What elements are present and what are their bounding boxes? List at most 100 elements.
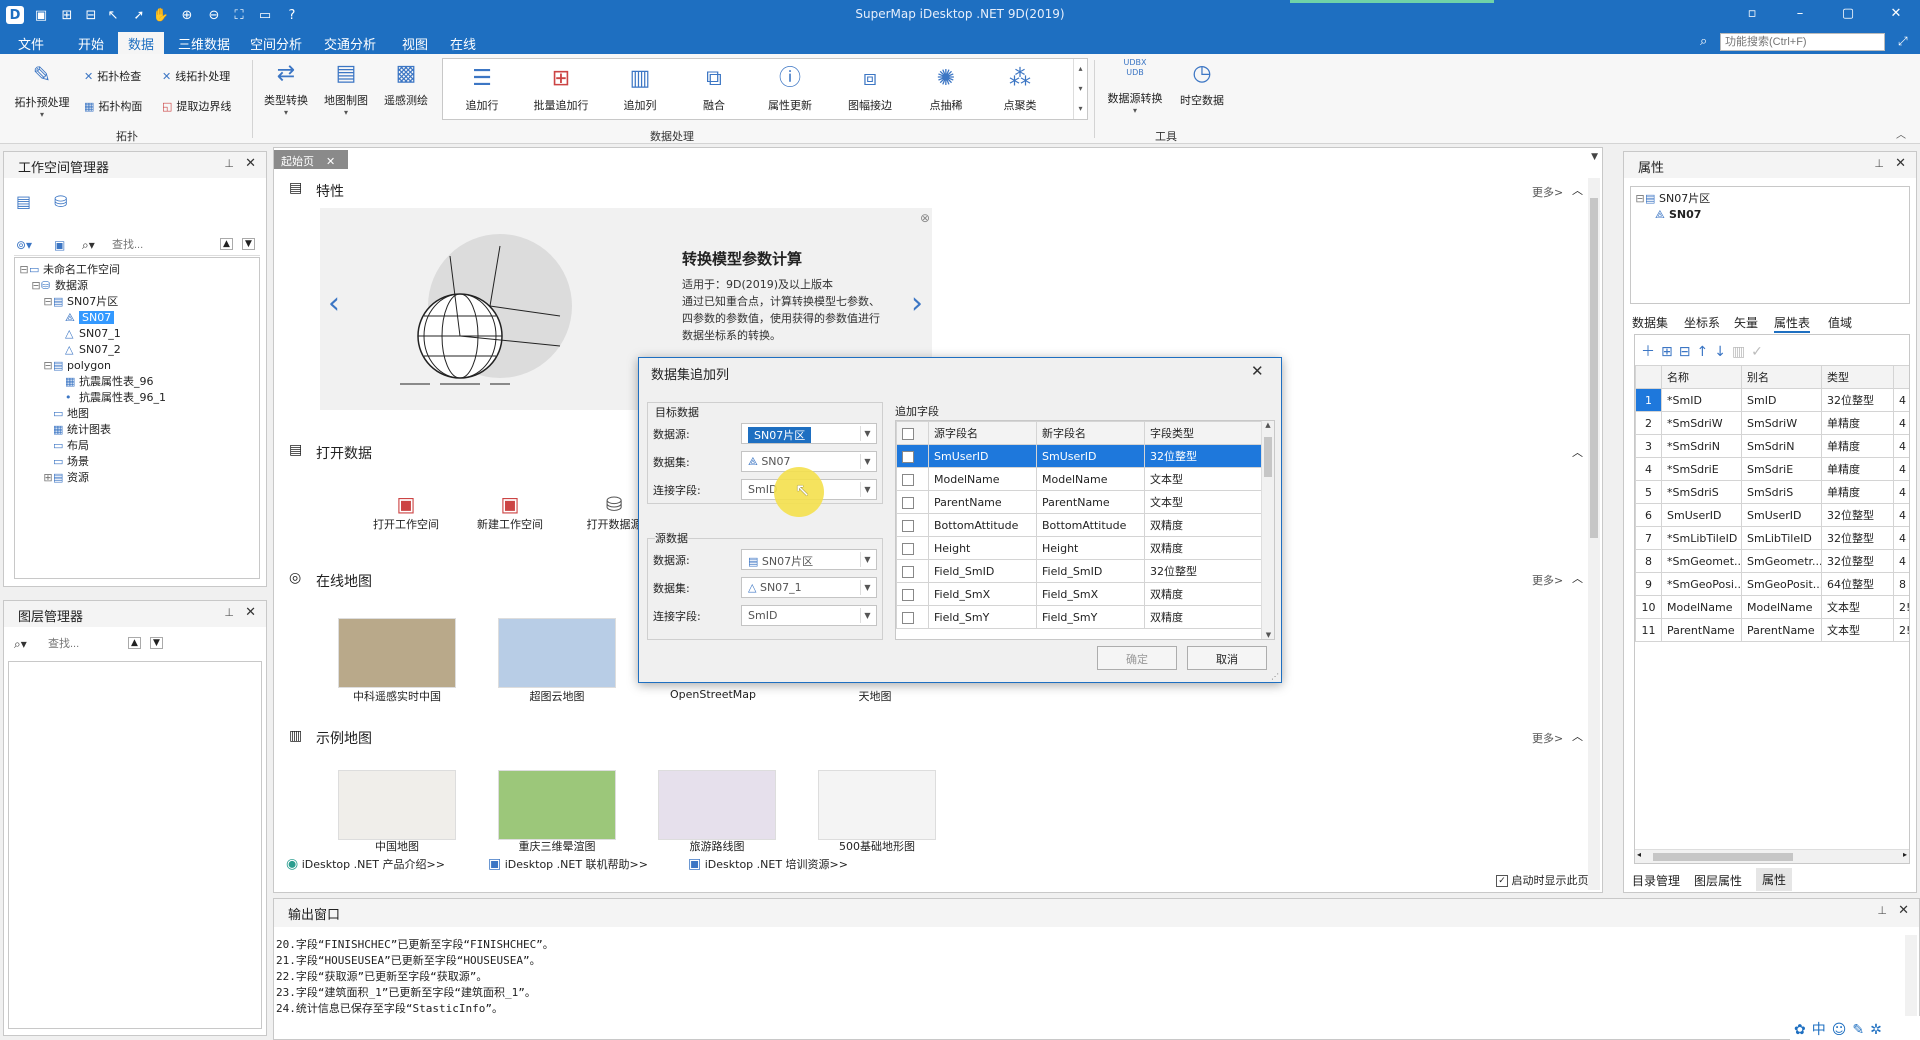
- batch-append-row-button[interactable]: ⊞ 批量追加行: [525, 65, 597, 113]
- field-check-cell[interactable]: [896, 467, 929, 491]
- point-thinning-button[interactable]: ✺ 点抽稀: [915, 65, 977, 113]
- field-check-cell[interactable]: [896, 582, 929, 606]
- thumb-500-basic-terrain[interactable]: [818, 770, 936, 840]
- field-check-cell[interactable]: [896, 536, 929, 560]
- search-up-button[interactable]: ▲: [220, 238, 233, 250]
- field-checkbox[interactable]: [902, 542, 914, 555]
- field-checkbox[interactable]: [902, 473, 914, 486]
- scroll-down-icon[interactable]: ▼: [1262, 631, 1274, 639]
- tab-start-page[interactable]: 起始页 ✕: [274, 150, 348, 169]
- field-check-cell[interactable]: [896, 605, 929, 629]
- apply-icon[interactable]: ✓: [1751, 344, 1769, 360]
- close-button[interactable]: ✕: [1886, 6, 1906, 24]
- search-down-button[interactable]: ▼: [150, 637, 163, 649]
- tab-layer-properties[interactable]: 图层属性: [1694, 872, 1742, 889]
- prop-tree-child[interactable]: ⟁ SN07: [1635, 207, 1710, 223]
- pin-icon[interactable]: ⊥: [224, 157, 234, 170]
- label-supermap-cloud[interactable]: 超图云地图: [478, 688, 636, 704]
- emoji-icon[interactable]: ☺: [1832, 1022, 1853, 1038]
- minimize-button[interactable]: –: [1790, 6, 1810, 24]
- field-row[interactable]: Field_SmX Field_SmX 双精度: [896, 582, 1263, 606]
- paw-icon[interactable]: ✿: [1794, 1022, 1812, 1038]
- carousel-next-icon[interactable]: ›: [911, 286, 923, 321]
- maximize-button[interactable]: ▢: [1838, 6, 1858, 24]
- close-icon[interactable]: ✕: [1895, 156, 1906, 171]
- features-more-link[interactable]: 更多>: [1532, 184, 1563, 200]
- field-check-cell[interactable]: [896, 559, 929, 583]
- field-row[interactable]: Height Height 双精度: [896, 536, 1263, 560]
- map-cartography-button[interactable]: ▤ 地图制图 ▾: [318, 60, 374, 117]
- tab-domain[interactable]: 值域: [1828, 314, 1852, 331]
- tree-maps[interactable]: ▭ 地图: [19, 406, 166, 422]
- target-datasource-combo[interactable]: SN07片区 ▼: [741, 423, 877, 444]
- product-intro-link[interactable]: ◉ iDesktop .NET 产品介绍>>: [286, 856, 445, 872]
- document-icon[interactable]: ▣: [54, 238, 65, 252]
- field-check-cell[interactable]: [896, 490, 929, 514]
- scrollbar-thumb[interactable]: [1653, 853, 1793, 861]
- prop-tree-root[interactable]: ⊟▤ SN07片区: [1635, 191, 1710, 207]
- menu-file[interactable]: 文件: [12, 34, 50, 53]
- tree-datasource-polygon[interactable]: ⊟▤ polygon: [19, 358, 166, 374]
- menu-spatial-analysis[interactable]: 空间分析: [244, 34, 308, 53]
- resize-grip-icon[interactable]: ⋰: [1271, 672, 1279, 681]
- field-row[interactable]: Field_SmY Field_SmY 双精度: [896, 605, 1263, 629]
- tree-layouts[interactable]: ▭ 布局: [19, 438, 166, 454]
- tree-charts[interactable]: ▦ 统计图表: [19, 422, 166, 438]
- type-convert-button[interactable]: ⇄ 类型转换 ▾: [258, 60, 314, 117]
- pin-icon[interactable]: ⊥: [224, 606, 234, 619]
- field-checkbox[interactable]: [902, 450, 914, 463]
- tree-datasources[interactable]: ⊟⛁ 数据源: [19, 278, 166, 294]
- output-log[interactable]: 20.字段“FINISHCHEC”已更新至字段“FINISHCHEC”。 21.字…: [276, 937, 1896, 1037]
- attribute-row[interactable]: 1 *SmID SmID 32位整型 4: [1635, 388, 1909, 412]
- sample-more-link[interactable]: 更多>: [1532, 730, 1563, 746]
- layer-list[interactable]: [8, 661, 262, 1029]
- scroll-left-icon[interactable]: ◂: [1637, 850, 1641, 859]
- attribute-row[interactable]: 5 *SmSdriS SmSdriS 单精度 4: [1635, 480, 1909, 504]
- tab-catalog-manager[interactable]: 目录管理: [1632, 872, 1680, 889]
- label-china-map[interactable]: 中国地图: [318, 838, 476, 854]
- field-row[interactable]: ParentName ParentName 文本型: [896, 490, 1263, 514]
- close-tab-icon[interactable]: ✕: [326, 155, 335, 168]
- label-travel-route[interactable]: 旅游路线图: [638, 838, 796, 854]
- new-workspace-button[interactable]: ▣ 新建工作空间: [450, 492, 570, 532]
- tree-resources[interactable]: ⊞▤ 资源: [19, 470, 166, 486]
- source-join-field-combo[interactable]: SmID ▼: [741, 605, 877, 626]
- dissolve-button[interactable]: ⧉ 融合: [683, 65, 745, 113]
- scroll-right-icon[interactable]: ▸: [1903, 850, 1907, 859]
- field-row[interactable]: ModelName ModelName 文本型: [896, 467, 1263, 491]
- tab-vector[interactable]: 矢量: [1734, 314, 1758, 331]
- attribute-row[interactable]: 10 ModelName ModelName 文本型 2!: [1635, 595, 1909, 619]
- remote-sensing-button[interactable]: ▩ 遥感测绘: [378, 60, 434, 108]
- show-on-start-checkbox[interactable]: ✓: [1496, 875, 1508, 887]
- show-on-start-option[interactable]: ✓ 启动时显示此页: [1496, 872, 1589, 888]
- carousel-prev-icon[interactable]: ‹: [328, 286, 340, 321]
- attribute-row[interactable]: 4 *SmSdriE SmSdriE 单精度 4: [1635, 457, 1909, 481]
- tree-scenes[interactable]: ▭ 场景: [19, 454, 166, 470]
- attribute-row[interactable]: 3 *SmSdriN SmSdriN 单精度 4: [1635, 434, 1909, 458]
- pen-icon[interactable]: ✎: [1852, 1022, 1870, 1038]
- edge-match-button[interactable]: ⧈ 图幅接边: [835, 65, 905, 113]
- dialog-close-icon[interactable]: ✕: [1251, 362, 1264, 380]
- append-row-button[interactable]: ☰ 追加行: [451, 65, 513, 113]
- start-page-scrollbar[interactable]: [1588, 178, 1600, 890]
- thumb-travel-route[interactable]: [658, 770, 776, 840]
- layer-search-input[interactable]: [48, 636, 128, 652]
- field-checkbox[interactable]: [902, 588, 914, 601]
- thumb-supermap-cloud[interactable]: [498, 618, 616, 688]
- add-field-icon[interactable]: ＋: [1641, 344, 1661, 360]
- attribute-row[interactable]: 9 *SmGeoPosi... SmGeoPosit... 64位整型 8: [1635, 572, 1909, 596]
- attribute-row[interactable]: 11 ParentName ParentName 文本型 2!: [1635, 618, 1909, 642]
- field-row[interactable]: Field_SmID Field_SmID 32位整型: [896, 559, 1263, 583]
- field-checkbox[interactable]: [902, 611, 914, 624]
- delete-icon[interactable]: ▥: [1732, 344, 1751, 360]
- tree-dataset-sn07[interactable]: ⟁ SN07: [19, 310, 166, 326]
- close-icon[interactable]: ✕: [1898, 903, 1909, 918]
- chevron-up-icon[interactable]: ︿: [1572, 728, 1583, 744]
- online-more-link[interactable]: 更多>: [1532, 572, 1563, 588]
- settings-icon[interactable]: ✲: [1870, 1022, 1888, 1038]
- search-down-button[interactable]: ▼: [242, 238, 255, 250]
- gallery-scroll[interactable]: ▴ ▾ ▾: [1073, 59, 1087, 119]
- menu-start[interactable]: 开始: [72, 34, 110, 53]
- label-tianditu[interactable]: 天地图: [796, 688, 954, 704]
- restore-layout-icon[interactable]: ▫: [1742, 6, 1762, 24]
